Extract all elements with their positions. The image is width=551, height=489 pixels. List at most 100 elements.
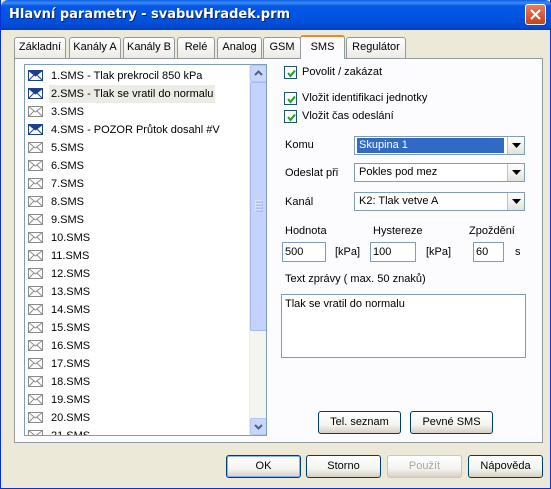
tab-rele[interactable]: Relé bbox=[177, 37, 215, 58]
tab-label: Relé bbox=[184, 41, 208, 53]
list-item[interactable]: 6.SMS bbox=[28, 157, 250, 175]
odeslat-value: Pokles pod mez bbox=[359, 166, 438, 178]
apply-button[interactable]: Použít bbox=[387, 455, 462, 478]
sms-list[interactable]: 1.SMS - Tlak prekrocil 850 kPa 2.SMS - Tl… bbox=[24, 64, 267, 436]
tab-label: Kanály A bbox=[73, 41, 117, 53]
envelope-empty-icon bbox=[28, 142, 43, 153]
komu-value: Skupina 1 bbox=[357, 138, 504, 153]
envelope-empty-icon bbox=[28, 268, 43, 279]
list-item[interactable]: 15.SMS bbox=[28, 319, 250, 337]
envelope-empty-icon bbox=[28, 340, 43, 351]
kanal-value: K2: Tlak vetve A bbox=[359, 195, 439, 207]
list-item[interactable]: 12.SMS bbox=[28, 265, 250, 283]
envelope-empty-icon bbox=[28, 394, 43, 405]
scroll-up-button[interactable] bbox=[250, 65, 266, 82]
enable-label: Povolit / zakázat bbox=[302, 66, 383, 78]
list-item[interactable]: 17.SMS bbox=[28, 355, 250, 373]
chevron-up-icon bbox=[254, 70, 263, 76]
envelope-empty-icon bbox=[28, 178, 43, 189]
list-item-label: 9.SMS bbox=[51, 214, 85, 226]
list-item[interactable]: 10.SMS bbox=[28, 229, 250, 247]
list-item[interactable]: 11.SMS bbox=[28, 247, 250, 265]
kanal-select[interactable]: K2: Tlak vetve A bbox=[354, 192, 525, 211]
tab-label: Kanály B bbox=[126, 41, 172, 53]
list-item-label: 7.SMS bbox=[51, 178, 85, 190]
phonebook-button[interactable]: Tel. seznam bbox=[318, 411, 401, 434]
list-item-label: 1.SMS - Tlak prekrocil 850 kPa bbox=[51, 70, 203, 82]
hystereze-input[interactable]: 100 bbox=[370, 242, 416, 262]
list-item[interactable]: 2.SMS - Tlak se vratil do normalu bbox=[28, 85, 250, 103]
envelope-empty-icon bbox=[28, 412, 43, 423]
list-item-label: 5.SMS bbox=[51, 142, 85, 154]
list-item-label: 19.SMS bbox=[51, 394, 91, 406]
list-item[interactable]: 14.SMS bbox=[28, 301, 250, 319]
message-textarea[interactable]: Tlak se vratil do normalu bbox=[281, 294, 526, 358]
tab-label: Regulátor bbox=[352, 41, 400, 53]
envelope-empty-icon bbox=[28, 214, 43, 225]
unit-id-checkbox[interactable] bbox=[284, 92, 297, 105]
list-scrollbar[interactable] bbox=[249, 65, 266, 435]
help-button[interactable]: Nápověda bbox=[468, 455, 543, 478]
hodnota-input[interactable]: 500 bbox=[282, 242, 326, 262]
list-item[interactable]: 3.SMS bbox=[28, 103, 250, 121]
cancel-button[interactable]: Storno bbox=[306, 455, 381, 478]
envelope-empty-icon bbox=[28, 160, 43, 171]
fixed-sms-button[interactable]: Pevné SMS bbox=[410, 411, 493, 434]
tab-label: Základní bbox=[18, 41, 62, 53]
envelope-empty-icon bbox=[28, 250, 43, 261]
title-bar[interactable]: Hlavní parametry - svabuvHradek.prm bbox=[1, 0, 551, 30]
message-label: Text zprávy ( max. 50 znaků) bbox=[285, 273, 426, 285]
list-item[interactable]: 18.SMS bbox=[28, 373, 250, 391]
list-item-label: 15.SMS bbox=[51, 322, 91, 334]
tab-zakladni[interactable]: Základní bbox=[14, 37, 66, 58]
list-item-label: 16.SMS bbox=[51, 340, 91, 352]
checkmark-icon bbox=[287, 113, 296, 122]
envelope-empty-icon bbox=[28, 358, 43, 369]
envelope-empty-icon bbox=[28, 232, 43, 243]
list-item[interactable]: 1.SMS - Tlak prekrocil 850 kPa bbox=[28, 67, 250, 85]
tab-kanaly-a[interactable]: Kanály A bbox=[69, 37, 121, 58]
tab-kanaly-b[interactable]: Kanály B bbox=[123, 37, 175, 58]
list-item-label: 12.SMS bbox=[51, 268, 91, 280]
list-item[interactable]: 5.SMS bbox=[28, 139, 250, 157]
dialog-window: Hlavní parametry - svabuvHradek.prm Zákl… bbox=[0, 0, 551, 489]
dropdown-button[interactable] bbox=[507, 164, 524, 181]
zpozdeni-unit: s bbox=[515, 246, 521, 258]
dropdown-button[interactable] bbox=[507, 137, 524, 154]
dropdown-button[interactable] bbox=[507, 193, 524, 210]
kanal-label: Kanál bbox=[285, 196, 314, 208]
chevron-down-icon bbox=[512, 199, 521, 204]
envelope-empty-icon bbox=[28, 376, 43, 387]
tab-sms[interactable]: SMS bbox=[300, 35, 345, 59]
list-item[interactable]: 16.SMS bbox=[28, 337, 250, 355]
list-item[interactable]: 4.SMS - POZOR Průtok dosahl #V bbox=[28, 121, 250, 139]
list-item[interactable]: 9.SMS bbox=[28, 211, 250, 229]
envelope-empty-icon bbox=[28, 196, 43, 207]
odeslat-select[interactable]: Pokles pod mez bbox=[354, 163, 525, 182]
komu-select[interactable]: Skupina 1 bbox=[354, 136, 525, 155]
enable-checkbox[interactable] bbox=[284, 66, 297, 79]
list-item[interactable]: 21.SMS bbox=[28, 427, 250, 436]
scroll-thumb[interactable] bbox=[250, 82, 266, 331]
checkmark-icon bbox=[287, 69, 296, 78]
list-item[interactable]: 19.SMS bbox=[28, 391, 250, 409]
list-item-label: 13.SMS bbox=[51, 286, 91, 298]
ok-button[interactable]: OK bbox=[226, 455, 301, 478]
window-title: Hlavní parametry - svabuvHradek.prm bbox=[9, 7, 291, 22]
tab-gsm[interactable]: GSM bbox=[263, 37, 301, 58]
list-item[interactable]: 13.SMS bbox=[28, 283, 250, 301]
unit-id-label: Vložit identifikaci jednotky bbox=[302, 92, 428, 104]
list-item[interactable]: 7.SMS bbox=[28, 175, 250, 193]
list-item-label: 21.SMS bbox=[51, 430, 91, 436]
list-item-label: 10.SMS bbox=[51, 232, 91, 244]
hystereze-unit: [kPa] bbox=[426, 246, 452, 258]
scroll-down-button[interactable] bbox=[250, 418, 266, 435]
list-item[interactable]: 8.SMS bbox=[28, 193, 250, 211]
tab-regulator[interactable]: Regulátor bbox=[346, 37, 406, 58]
list-item[interactable]: 20.SMS bbox=[28, 409, 250, 427]
zpozdeni-input[interactable]: 60 bbox=[473, 242, 504, 262]
tab-analog[interactable]: Analog bbox=[217, 37, 262, 58]
close-button[interactable] bbox=[525, 4, 546, 25]
hodnota-label: Hodnota bbox=[285, 225, 327, 237]
send-time-checkbox[interactable] bbox=[284, 110, 297, 123]
